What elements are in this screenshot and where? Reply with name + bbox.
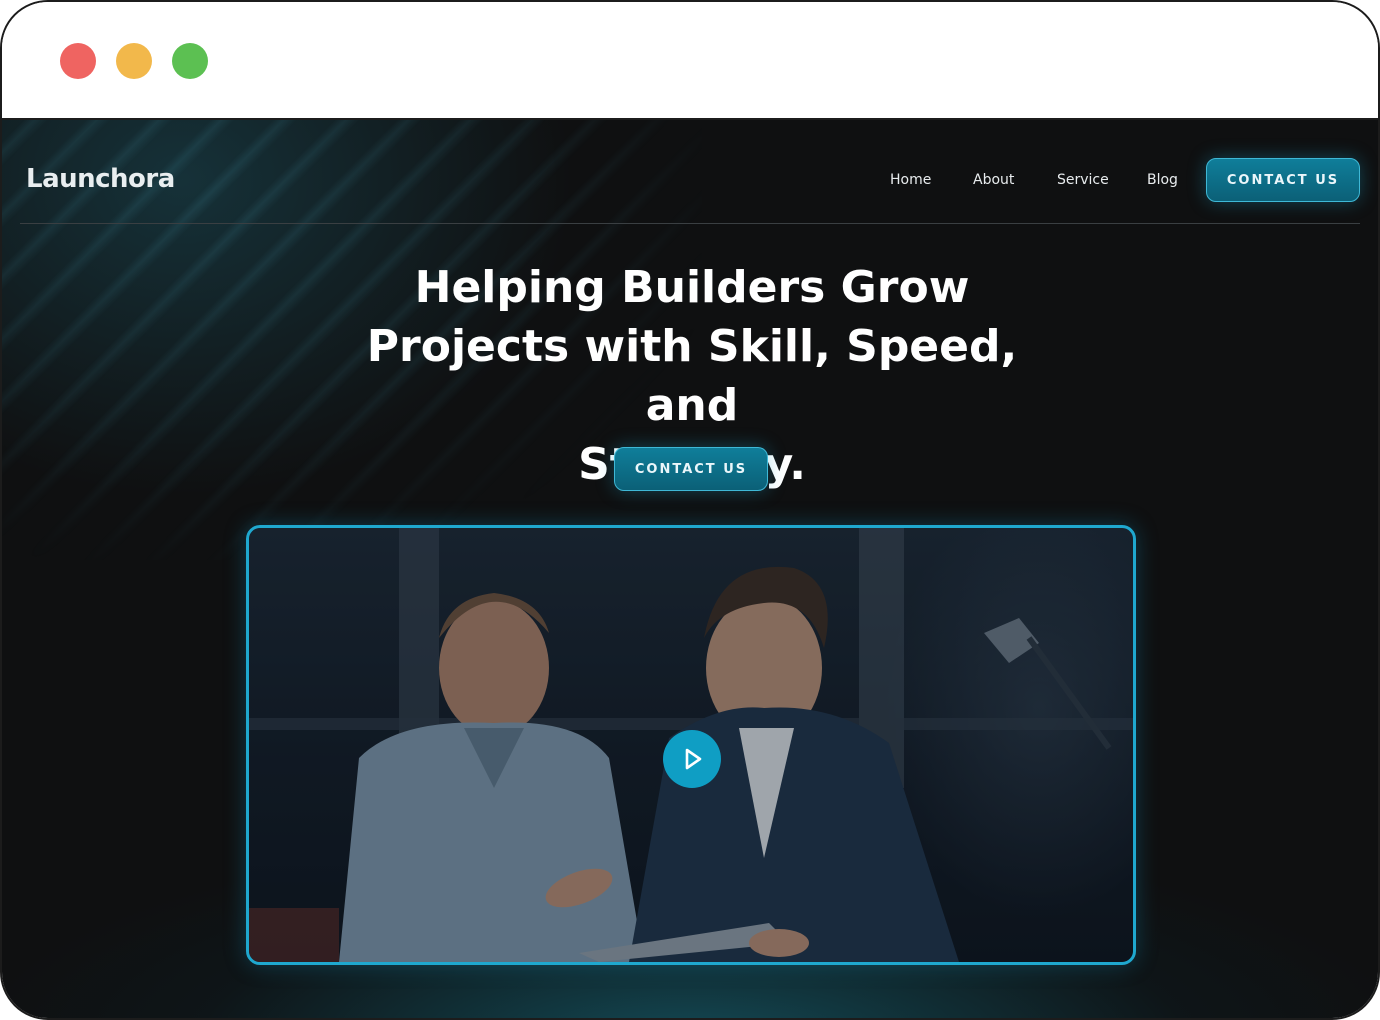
header-divider bbox=[20, 223, 1360, 224]
browser-window: Launchora Home About Service Blog CONTAC… bbox=[0, 0, 1380, 1020]
hero-headline-line: Projects with Skill, Speed, and bbox=[366, 321, 1018, 431]
hero-headline-line: Helping Builders Grow bbox=[414, 262, 970, 313]
nav-link-blog[interactable]: Blog bbox=[1147, 172, 1178, 188]
nav-link-about[interactable]: About bbox=[973, 172, 1014, 188]
minimize-window-button[interactable] bbox=[116, 43, 152, 79]
landing-page: Launchora Home About Service Blog CONTAC… bbox=[2, 120, 1378, 1018]
play-icon bbox=[685, 748, 702, 770]
close-window-button[interactable] bbox=[60, 43, 96, 79]
video-player[interactable] bbox=[246, 525, 1136, 965]
hero-contact-button[interactable]: CONTACT US bbox=[614, 447, 768, 491]
header-contact-button[interactable]: CONTACT US bbox=[1206, 158, 1360, 202]
nav-link-service[interactable]: Service bbox=[1057, 172, 1109, 188]
nav-link-home[interactable]: Home bbox=[890, 172, 931, 188]
play-button[interactable] bbox=[663, 730, 721, 788]
maximize-window-button[interactable] bbox=[172, 43, 208, 79]
brand-logo[interactable]: Launchora bbox=[26, 164, 175, 194]
window-titlebar bbox=[2, 2, 1378, 120]
